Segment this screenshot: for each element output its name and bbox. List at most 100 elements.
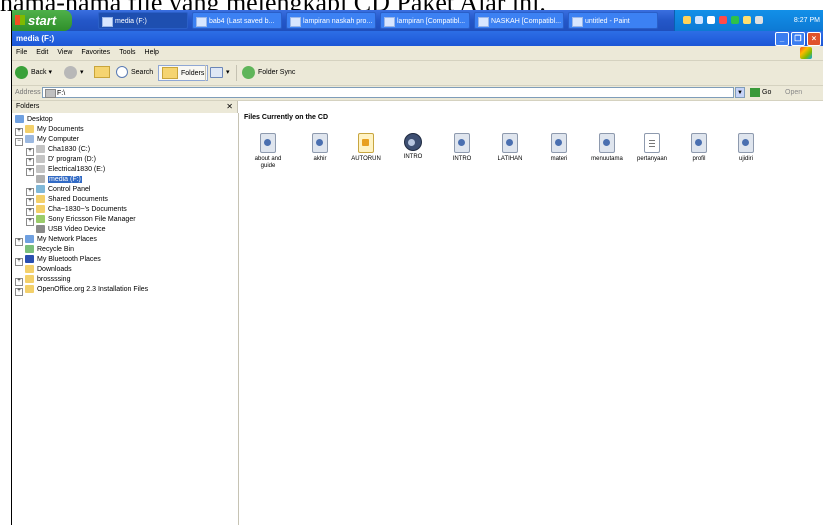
go-button[interactable]: Go (750, 86, 771, 100)
file-item[interactable]: ujidiri (727, 128, 765, 163)
expand-toggle[interactable]: + (15, 288, 23, 296)
restore-button[interactable]: ❐ (791, 32, 805, 46)
taskbar-item-paint[interactable]: untitled - Paint (568, 12, 658, 29)
tree-item-drive-d[interactable]: D' program (D:) (36, 155, 96, 165)
file-item[interactable]: akhir (301, 128, 339, 163)
folders-button[interactable]: Folders (158, 65, 209, 81)
file-item[interactable]: INTRO (443, 128, 481, 163)
tree-item-drive-c[interactable]: Cha1830 (C:) (36, 145, 90, 155)
bluetooth-icon (25, 255, 34, 264)
tree-item-downloads[interactable]: Downloads (25, 265, 72, 275)
tree-item-drive-f[interactable]: media (F:) (36, 175, 82, 185)
menu-edit[interactable]: Edit (36, 49, 48, 56)
taskbar-item-media[interactable]: media (F:) (98, 12, 188, 29)
expand-toggle[interactable]: + (26, 188, 34, 196)
tree-item-control-panel[interactable]: Control Panel (36, 185, 90, 195)
tray-icon[interactable] (706, 16, 715, 24)
address-label: Address (15, 89, 41, 96)
file-item[interactable]: about and guide (249, 128, 287, 170)
menu-file[interactable]: File (16, 49, 27, 56)
clock[interactable]: 8:27 PM (794, 10, 820, 31)
open-button[interactable]: Open (785, 86, 802, 100)
window-title-bar[interactable]: media (F:) _ ❐ × (12, 31, 823, 46)
address-input[interactable]: F:\ (42, 87, 734, 98)
tray-icon[interactable] (683, 16, 691, 24)
text-file-icon (644, 133, 660, 153)
collapse-toggle[interactable]: − (15, 138, 23, 146)
taskbar-item-naskah[interactable]: NASKAH [Compatibl... (474, 12, 564, 29)
search-button[interactable]: Search (116, 65, 153, 81)
expand-toggle[interactable]: + (26, 218, 34, 226)
expand-toggle[interactable]: + (15, 278, 23, 286)
expand-toggle[interactable]: + (15, 258, 23, 266)
menu-tools[interactable]: Tools (119, 49, 135, 56)
tree-item-sony-ericsson[interactable]: Sony Ericsson File Manager (36, 215, 136, 225)
file-item[interactable]: INTRO (394, 128, 432, 161)
expand-toggle[interactable]: + (15, 238, 23, 246)
folder-tree: Desktop + My Documents − My Computer + C… (12, 113, 239, 525)
minimize-button[interactable]: _ (775, 32, 789, 46)
tree-item-openoffice[interactable]: OpenOffice.org 2.3 Installation Files (25, 285, 148, 295)
drive-icon (36, 155, 45, 164)
tree-item-my-computer[interactable]: My Computer (25, 135, 79, 145)
menu-bar: File Edit View Favorites Tools Help (12, 46, 823, 61)
taskbar-item-lampiran-naskah[interactable]: lampiran naskah pro... (286, 12, 376, 29)
views-button[interactable]: ▾ (210, 65, 230, 81)
tree-item-shared-documents[interactable]: Shared Documents (36, 195, 108, 205)
menu-help[interactable]: Help (145, 49, 159, 56)
tray-icon[interactable] (754, 16, 763, 24)
cd-drive-icon (45, 89, 56, 98)
tree-item-user-documents[interactable]: Cha~1830~'s Documents (36, 205, 127, 215)
taskbar-item-lampiran-compat[interactable]: lampiran [Compatibl... (380, 12, 470, 29)
file-list: about and guide akhir AUTORUN INTRO INTR… (244, 128, 814, 188)
file-item[interactable]: LATIHAN (491, 128, 529, 163)
address-dropdown-button[interactable]: ▼ (735, 87, 745, 98)
tray-icon[interactable] (730, 16, 739, 24)
tray-icon[interactable] (742, 16, 751, 24)
back-button[interactable]: Back ▾ (15, 65, 52, 81)
file-item[interactable]: AUTORUN (347, 128, 385, 163)
close-button[interactable]: × (807, 32, 821, 46)
expand-toggle[interactable]: + (26, 208, 34, 216)
expand-toggle[interactable]: + (26, 168, 34, 176)
taskbar-item-bab4[interactable]: bab4 (Last saved b... (192, 12, 282, 29)
paint-icon (572, 17, 583, 27)
file-item[interactable]: profil (680, 128, 718, 163)
camera-icon (36, 225, 45, 234)
tree-item-desktop[interactable]: Desktop (15, 115, 53, 125)
tree-item-drive-e[interactable]: Electrical1830 (E:) (36, 165, 105, 175)
expand-toggle[interactable]: + (26, 198, 34, 206)
folder-sync-button[interactable]: Folder Sync (242, 65, 295, 81)
close-pane-icon[interactable]: ✕ (226, 101, 233, 113)
tree-item-recycle-bin[interactable]: Recycle Bin (25, 245, 74, 255)
expand-toggle[interactable]: + (15, 128, 23, 136)
document-icon (502, 133, 518, 153)
menu-favorites[interactable]: Favorites (81, 49, 110, 56)
folders-pane-title: Folders (16, 103, 40, 110)
expand-toggle[interactable]: + (26, 158, 34, 166)
file-item[interactable]: materi (540, 128, 578, 163)
up-folder-button[interactable] (94, 65, 113, 81)
expand-toggle[interactable]: + (26, 148, 34, 156)
file-item[interactable]: menuutama (588, 128, 626, 163)
tree-item-brossssing[interactable]: brossssing (25, 275, 70, 285)
start-button[interactable]: start (12, 10, 72, 31)
tray-icon[interactable] (694, 16, 703, 24)
word-doc-icon (196, 17, 207, 27)
menu-view[interactable]: View (57, 49, 72, 56)
control-panel-icon (36, 185, 45, 194)
tree-item-usb-video[interactable]: USB Video Device (36, 225, 105, 235)
forward-button[interactable]: ▾ (64, 65, 84, 81)
folder-icon (102, 17, 113, 27)
document-icon (454, 133, 470, 153)
autorun-icon (358, 133, 374, 153)
file-item[interactable]: pertanyaan (633, 128, 671, 163)
folder-icon (25, 265, 34, 274)
tree-item-bluetooth[interactable]: My Bluetooth Places (25, 255, 101, 265)
tree-item-my-documents[interactable]: My Documents (25, 125, 84, 135)
word-doc-icon (478, 17, 489, 27)
tray-icon[interactable] (718, 16, 727, 24)
go-arrow-icon (750, 87, 760, 97)
tree-item-network-places[interactable]: My Network Places (25, 235, 97, 245)
document-icon (551, 133, 567, 153)
